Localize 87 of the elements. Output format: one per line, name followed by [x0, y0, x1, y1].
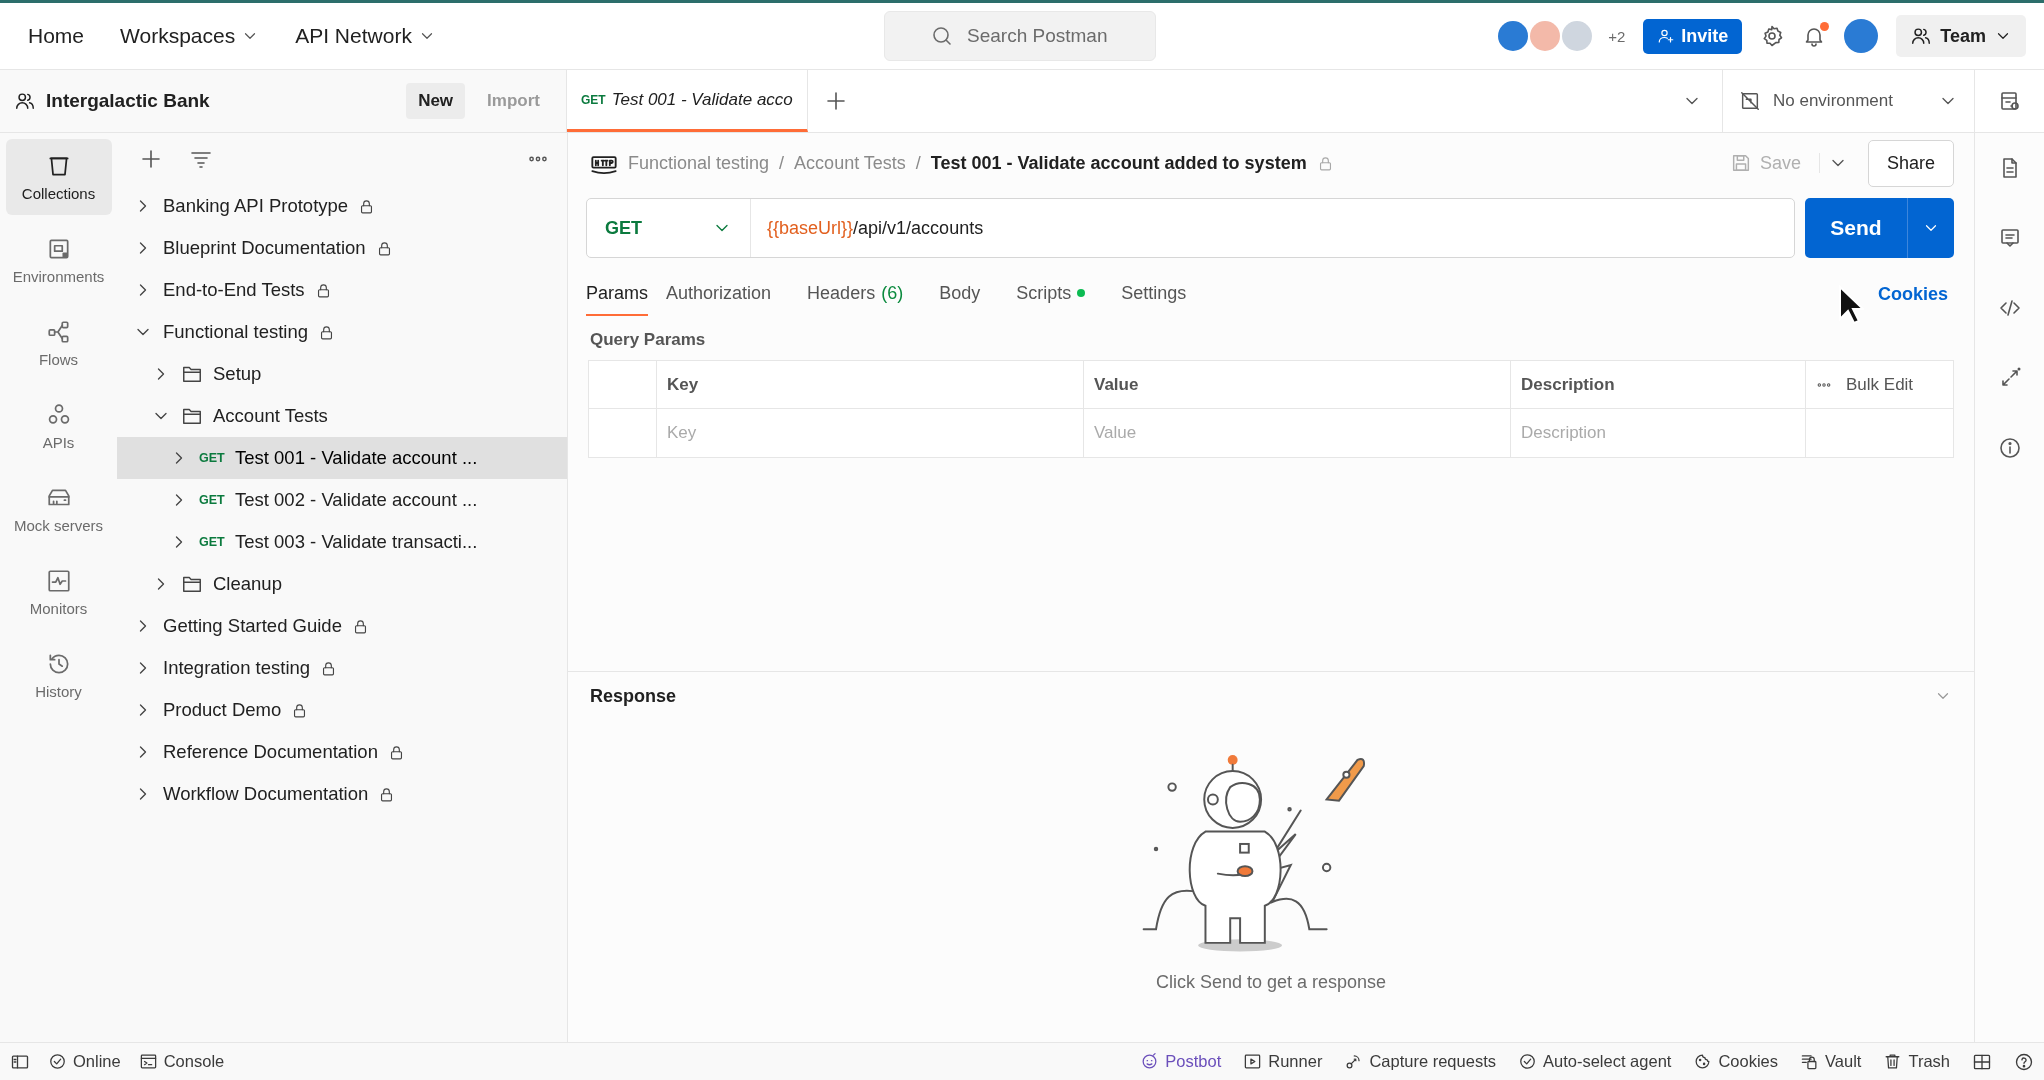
param-input-field[interactable]: Value	[1094, 417, 1500, 449]
sidebar-nav-item[interactable]: Collections	[5, 139, 112, 215]
no-environment-icon	[1739, 90, 1761, 112]
nav-menu-item[interactable]: Home	[14, 18, 99, 54]
empty-response-message: Click Send to get a response	[1155, 972, 1387, 993]
breadcrumb-separator: /	[915, 152, 921, 174]
breadcrumb-separator: /	[779, 152, 785, 174]
column-header: Description	[1511, 361, 1806, 409]
tree-item-label: Workflow Documentation	[163, 783, 369, 805]
tree-item-label: Reference Documentation	[163, 741, 378, 763]
param-input-field[interactable]: Key	[667, 417, 1073, 449]
nav-menu-item[interactable]: API Network	[281, 18, 450, 54]
tree-item-label: Product Demo	[163, 699, 282, 721]
status-bar-item[interactable]: Online	[48, 1052, 121, 1071]
column-header: Key	[657, 361, 1084, 409]
status-bar-item[interactable]: Auto-select agent	[1518, 1052, 1672, 1071]
sidebar-nav-item[interactable]: History	[5, 637, 112, 713]
pulse-monitor-icon	[45, 567, 72, 594]
cookies-link[interactable]: Cookies	[1871, 282, 1954, 306]
play-icon	[1243, 1052, 1263, 1071]
tree-item-label: Test 001 - Validate account ...	[235, 447, 478, 469]
status-bar-item[interactable]: Vault	[1800, 1052, 1862, 1071]
tree-item-label: Getting Started Guide	[163, 615, 342, 637]
tree-item-label: Banking API Prototype	[163, 195, 349, 217]
share-button[interactable]: Share	[1867, 139, 1954, 187]
plus-icon[interactable]	[139, 147, 163, 171]
search-icon	[930, 24, 954, 48]
tree-item-label: Test 003 - Validate transacti...	[235, 531, 478, 553]
method-label: GET	[581, 92, 606, 107]
invite-button[interactable]: Invite	[1643, 18, 1743, 54]
status-bar-item[interactable]: Trash	[1883, 1052, 1950, 1071]
sidebar-nav-item[interactable]: Environments	[5, 222, 112, 298]
team-button[interactable]: Team	[1896, 15, 2026, 57]
sidebar-nav-item[interactable]: Flows	[5, 305, 112, 381]
people-icon	[1910, 25, 1933, 47]
tree-item-label: Test 002 - Validate account ...	[235, 489, 478, 511]
section-title: Query Params	[589, 329, 707, 351]
request-section-tab[interactable]: Body	[939, 272, 999, 316]
check-circle-icon	[48, 1052, 67, 1071]
send-button[interactable]: Send	[1805, 198, 1954, 258]
user-avatar[interactable]	[1844, 19, 1879, 53]
column-header: Value	[1084, 361, 1511, 409]
request-title: Test 001 - Validate account added to system	[930, 152, 1307, 174]
sidebar-nav-item[interactable]: Mock servers	[5, 471, 112, 547]
lock-icon	[318, 323, 335, 341]
section-title: Response	[590, 685, 677, 707]
people-icon	[14, 90, 36, 112]
console-icon	[138, 1052, 158, 1071]
tree-item[interactable]: GET Test 001 - Validate account ...	[117, 437, 567, 479]
status-bar-item[interactable]: Capture requests	[1344, 1052, 1496, 1071]
tree-item-label: End-to-End Tests	[163, 279, 305, 301]
settings-icon[interactable]	[1760, 24, 1785, 48]
tree-item-label: Setup	[213, 363, 262, 385]
person-plus-icon	[1657, 27, 1676, 45]
workspace-name: Intergalactic Bank	[46, 90, 211, 112]
help-icon[interactable]	[2014, 1051, 2034, 1072]
avatar[interactable]	[1498, 21, 1529, 51]
sidebar-nav-item[interactable]: Monitors	[5, 554, 112, 630]
flow-nodes-icon	[45, 318, 72, 345]
search-field[interactable]: Search Postman	[884, 11, 1156, 61]
method-label: GET	[199, 451, 225, 465]
tree-item-label: Functional testing	[163, 321, 308, 343]
param-input-field[interactable]: Description	[1521, 417, 1795, 449]
nav-menu-item[interactable]: Workspaces	[106, 18, 274, 54]
request-section-tab[interactable]: Authorization	[666, 272, 790, 316]
breadcrumb-link[interactable]: Functional testing	[628, 152, 770, 174]
request-section-tab[interactable]: Params	[586, 272, 648, 316]
status-bar-item[interactable]: Cookies	[1693, 1052, 1779, 1071]
request-section-tab[interactable]: Headers (6)	[807, 272, 922, 316]
status-bar-item[interactable]: Console	[138, 1052, 225, 1071]
collaborator-count: +2	[1608, 27, 1626, 45]
check-circle-icon	[1518, 1052, 1537, 1071]
environment-selector[interactable]: No environment	[1722, 70, 1974, 132]
method-label: GET	[199, 493, 225, 507]
tree-item-label: Blueprint Documentation	[163, 237, 366, 259]
request-section-tab[interactable]: Settings	[1121, 272, 1205, 316]
info-icon[interactable]	[1997, 436, 2022, 460]
workspace-action-button[interactable]: New	[406, 83, 466, 119]
method-label: GET	[199, 535, 225, 549]
tree-item-label: Cleanup	[213, 573, 282, 595]
tree-item-label: Account Tests	[213, 405, 328, 427]
status-bar-item[interactable]: Postbot	[1140, 1052, 1222, 1071]
tree-item-label: Integration testing	[163, 657, 311, 679]
request-section-tab[interactable]: Scripts	[1016, 272, 1104, 316]
sidebar-nav-item[interactable]: APIs	[5, 388, 112, 464]
status-bar-item[interactable]: Runner	[1243, 1052, 1323, 1071]
bulk-edit-button[interactable]: Bulk Edit	[1846, 374, 1914, 395]
